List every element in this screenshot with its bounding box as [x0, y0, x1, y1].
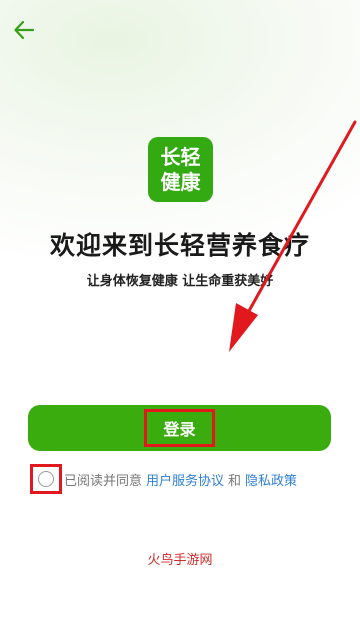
agree-text: 已阅读并同意	[64, 473, 143, 489]
privacy-policy-link[interactable]: 隐私政策	[245, 470, 297, 489]
login-highlight-box	[144, 409, 215, 447]
annotation-arrow	[229, 120, 357, 352]
and-text: 和	[228, 473, 242, 489]
checkbox-highlight-box	[30, 464, 62, 494]
user-agreement-link[interactable]: 用户服务协议	[146, 470, 224, 489]
watermark-text: 火鸟手游网	[147, 553, 213, 568]
agree-checkbox[interactable]	[38, 471, 54, 487]
agreement-row: 已阅读并同意 用户服务协议 和 隐私政策	[30, 464, 297, 494]
